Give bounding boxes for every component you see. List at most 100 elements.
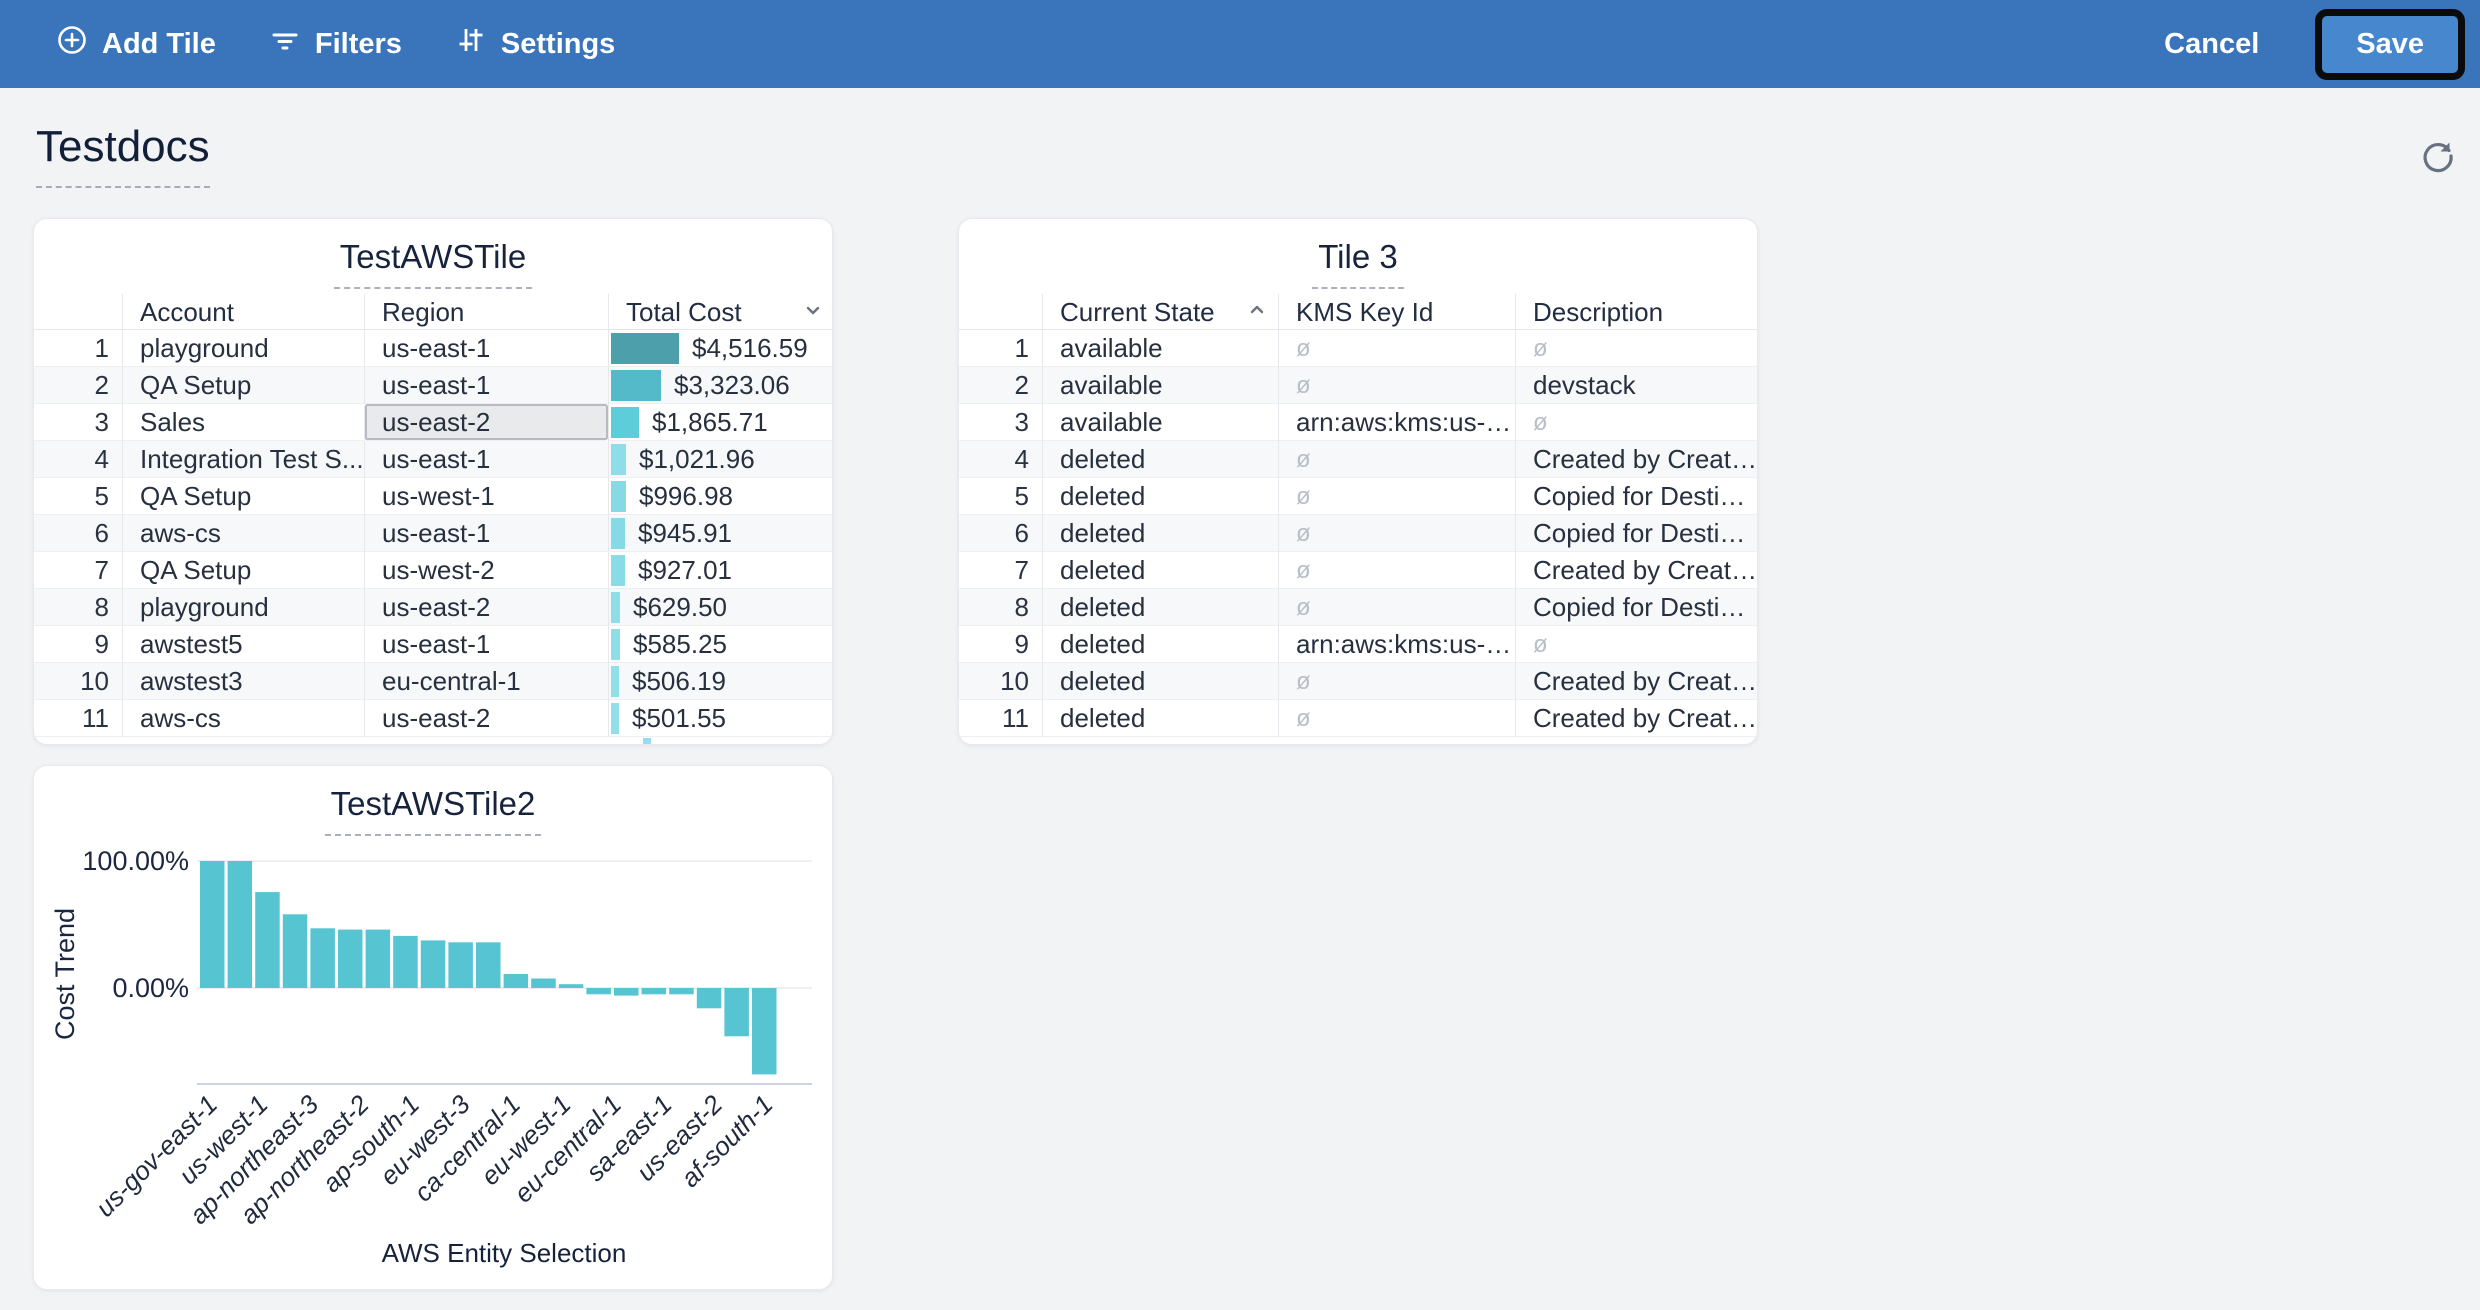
region-cell[interactable]: us-east-1 (364, 626, 608, 663)
region-cell[interactable]: eu-central-1 (364, 663, 608, 700)
region-cell[interactable]: us-east-1 (364, 330, 608, 367)
add-tile-button[interactable]: Add Tile (55, 23, 216, 65)
refresh-button[interactable] (2418, 136, 2458, 176)
account-cell[interactable]: awstest3 (122, 663, 364, 700)
total-cost-cell[interactable]: $1,021.96 (608, 441, 833, 478)
total-cost-cell[interactable]: $629.50 (608, 589, 833, 626)
kms-key-id-cell[interactable]: arn:aws:kms:us-w... (1278, 626, 1515, 663)
filters-button[interactable]: Filters (268, 23, 402, 65)
cost-data-bar (611, 370, 661, 401)
kms-key-id-cell[interactable]: ø (1278, 589, 1515, 626)
column-header-kms-key-id[interactable]: KMS Key Id (1278, 294, 1515, 330)
current-state-cell[interactable]: available (1042, 330, 1278, 367)
description-cell[interactable]: Created by Create... (1515, 663, 1758, 700)
current-state-cell[interactable]: available (1042, 367, 1278, 404)
total-cost-cell[interactable]: $501.55 (608, 700, 833, 737)
refresh-icon (2418, 136, 2458, 176)
current-state-cell[interactable]: deleted (1042, 552, 1278, 589)
description-cell[interactable]: ø (1515, 330, 1758, 367)
current-state-cell[interactable]: deleted (1042, 515, 1278, 552)
account-cell[interactable]: QA Setup (122, 478, 364, 515)
column-header-region[interactable]: Region (364, 294, 608, 330)
kms-key-id-cell[interactable]: arn:aws:kms:us-e... (1278, 404, 1515, 441)
column-header-current-state[interactable]: Current State (1042, 294, 1278, 330)
cancel-button[interactable]: Cancel (2148, 18, 2275, 71)
region-cell[interactable]: us-west-1 (364, 478, 608, 515)
kms-key-id-cell[interactable]: ø (1278, 700, 1515, 737)
column-header-description[interactable]: Description (1515, 294, 1758, 330)
description-cell[interactable]: ø (1515, 404, 1758, 441)
account-cell[interactable]: aws-cs (122, 515, 364, 552)
row-number: 5 (34, 478, 122, 515)
page-title[interactable]: Testdocs (36, 122, 210, 188)
current-state-cell[interactable]: deleted (1042, 589, 1278, 626)
region-cell-selected[interactable]: us-east-2 (364, 404, 608, 441)
account-cell[interactable]: awstest5 (122, 626, 364, 663)
current-state-cell[interactable]: deleted (1042, 441, 1278, 478)
description-cell[interactable]: Created by Create... (1515, 700, 1758, 737)
region-cell[interactable]: us-east-2 (364, 589, 608, 626)
kms-key-id-cell[interactable]: ø (1278, 515, 1515, 552)
bar (724, 988, 749, 1036)
total-cost-cell[interactable]: $506.19 (608, 663, 833, 700)
account-cell[interactable]: aws-cs (122, 700, 364, 737)
total-cost-cell[interactable]: $1,865.71 (608, 404, 833, 441)
current-state-cell[interactable]: deleted (1042, 700, 1278, 737)
tile3-title[interactable]: TestAWSTile2 (325, 785, 542, 836)
column-header-account[interactable]: Account (122, 294, 364, 330)
column-header-total-cost[interactable]: Total Cost (608, 294, 833, 330)
region-cell[interactable]: us-east-1 (364, 515, 608, 552)
cost-data-bar (611, 407, 639, 438)
cost-value: $506.19 (632, 663, 726, 700)
account-cell[interactable]: Sales (122, 404, 364, 441)
column-header-rownum (34, 294, 122, 330)
current-state-cell[interactable]: deleted (1042, 626, 1278, 663)
row-number: 3 (34, 404, 122, 441)
total-cost-cell[interactable]: $927.01 (608, 552, 833, 589)
tile1-title[interactable]: TestAWSTile (334, 238, 532, 289)
account-cell[interactable]: QA Setup (122, 367, 364, 404)
row-number: 11 (34, 700, 122, 737)
description-cell[interactable]: Created by Create... (1515, 552, 1758, 589)
description-cell[interactable]: ø (1515, 626, 1758, 663)
region-cell[interactable]: us-west-2 (364, 552, 608, 589)
region-cell[interactable]: us-east-1 (364, 441, 608, 478)
kms-key-id-cell[interactable]: ø (1278, 441, 1515, 478)
description-cell[interactable]: Created by Create... (1515, 441, 1758, 478)
total-cost-cell[interactable]: $4,516.59 (608, 330, 833, 367)
description-cell[interactable]: Copied for Destina... (1515, 515, 1758, 552)
settings-button[interactable]: Settings (454, 23, 615, 65)
region-cell[interactable]: us-east-2 (364, 700, 608, 737)
cost-value: $4,516.59 (692, 330, 808, 367)
add-circle-icon (55, 23, 89, 65)
current-state-cell[interactable]: available (1042, 404, 1278, 441)
row-number: 11 (959, 700, 1042, 737)
bar (531, 979, 556, 989)
account-cell[interactable]: Integration Test S... (122, 441, 364, 478)
description-cell[interactable]: Copied for Destina... (1515, 478, 1758, 515)
account-cell[interactable]: playground (122, 330, 364, 367)
kms-key-id-cell[interactable]: ø (1278, 367, 1515, 404)
tile2-title[interactable]: Tile 3 (1312, 238, 1403, 289)
row-number: 4 (959, 441, 1042, 478)
kms-key-id-cell[interactable]: ø (1278, 478, 1515, 515)
account-cell[interactable]: QA Setup (122, 552, 364, 589)
kms-key-id-cell[interactable]: ø (1278, 663, 1515, 700)
chevron-down-icon (802, 294, 824, 330)
bar (476, 942, 501, 988)
region-cell[interactable]: us-east-1 (364, 367, 608, 404)
current-state-cell[interactable]: deleted (1042, 478, 1278, 515)
account-cell[interactable]: playground (122, 589, 364, 626)
total-cost-cell[interactable]: $945.91 (608, 515, 833, 552)
save-button[interactable]: Save (2322, 16, 2458, 73)
total-cost-cell[interactable]: $3,323.06 (608, 367, 833, 404)
description-cell[interactable]: Copied for Destina... (1515, 589, 1758, 626)
testawstile-table: Account Region Total Cost 1playgroundus-… (34, 294, 833, 737)
kms-key-id-cell[interactable]: ø (1278, 330, 1515, 367)
total-cost-cell[interactable]: $585.25 (608, 626, 833, 663)
description-cell[interactable]: devstack (1515, 367, 1758, 404)
row-number: 6 (34, 515, 122, 552)
current-state-cell[interactable]: deleted (1042, 663, 1278, 700)
kms-key-id-cell[interactable]: ø (1278, 552, 1515, 589)
total-cost-cell[interactable]: $996.98 (608, 478, 833, 515)
